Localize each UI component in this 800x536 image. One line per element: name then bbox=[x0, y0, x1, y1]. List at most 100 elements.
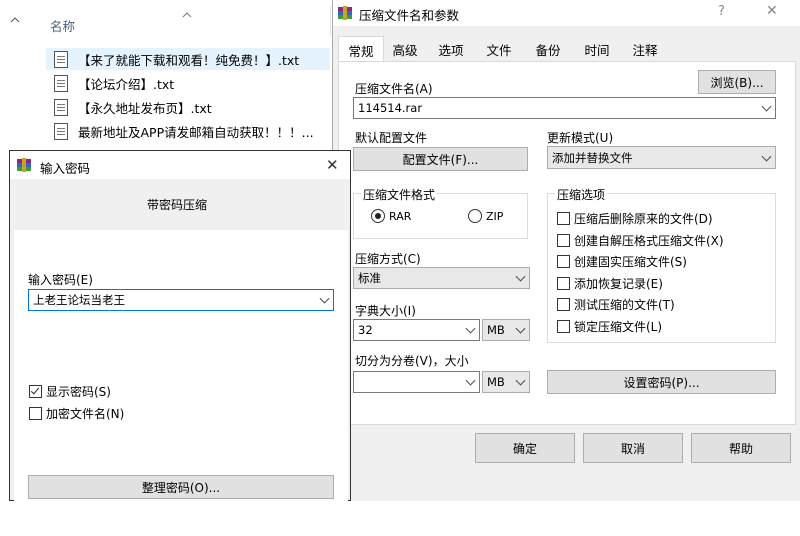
format-group-label: 压缩文件格式 bbox=[361, 186, 438, 203]
checkbox bbox=[557, 234, 570, 247]
format-zip-label: ZIP bbox=[486, 209, 504, 223]
password-title-bar[interactable]: 输入密码 ✕ bbox=[10, 151, 350, 179]
tab-advanced[interactable]: 高级 bbox=[383, 38, 427, 61]
chevron-down-icon[interactable] bbox=[515, 375, 526, 386]
format-rar-label: RAR bbox=[389, 209, 412, 223]
option-solid[interactable]: 创建固实压缩文件(S) bbox=[557, 253, 687, 270]
option-recovery[interactable]: 添加恢复记录(E) bbox=[557, 275, 663, 292]
archive-name-input[interactable]: 114514.rar bbox=[353, 97, 776, 119]
option-test[interactable]: 测试压缩的文件(T) bbox=[557, 296, 675, 313]
method-select[interactable]: 标准 bbox=[353, 267, 530, 289]
file-item[interactable]: 【来了就能下载和观看！纯免费！】.txt bbox=[46, 48, 330, 70]
tab-backup[interactable]: 备份 bbox=[526, 38, 570, 61]
cancel-button[interactable]: 取消 bbox=[583, 433, 683, 463]
split-label: 切分为分卷(V)，大小 bbox=[355, 354, 469, 368]
update-mode-label: 更新模式(U) bbox=[547, 131, 614, 145]
method-label: 压缩方式(C) bbox=[355, 252, 421, 266]
tab-options[interactable]: 选项 bbox=[429, 38, 473, 61]
checkbox bbox=[557, 212, 570, 225]
format-zip-radio[interactable]: ZIP bbox=[468, 209, 503, 223]
dict-size-select[interactable]: 32 bbox=[353, 319, 480, 341]
title-bar[interactable]: 压缩文件名和参数 ? ✕ bbox=[333, 0, 800, 26]
checkbox bbox=[557, 298, 570, 311]
text-file-icon bbox=[54, 50, 68, 68]
show-password-label: 显示密码(S) bbox=[46, 385, 111, 399]
help-button[interactable]: 帮助 bbox=[691, 433, 791, 463]
file-item[interactable]: 最新地址及APP请发邮箱自动获取！！！... bbox=[46, 120, 330, 142]
help-icon[interactable]: ? bbox=[718, 4, 725, 19]
update-mode-value: 添加并替换文件 bbox=[552, 150, 633, 165]
organize-passwords-button[interactable]: 整理密码(O)... bbox=[28, 475, 334, 499]
close-icon[interactable]: ✕ bbox=[326, 156, 339, 174]
text-file-icon bbox=[54, 98, 68, 116]
file-name: 【论坛介绍】.txt bbox=[78, 76, 175, 92]
chevron-down-icon[interactable] bbox=[465, 323, 476, 334]
option-lock[interactable]: 锁定压缩文件(L) bbox=[557, 318, 662, 335]
browse-button[interactable]: 浏览(B)... bbox=[698, 70, 776, 94]
archive-dialog: 压缩文件名和参数 ? ✕ 常规 高级 选项 文件 备份 时间 注释 压缩文件名(… bbox=[332, 0, 800, 501]
dict-label: 字典大小(I) bbox=[355, 304, 416, 318]
password-dialog: 输入密码 ✕ 带密码压缩 输入密码(E) 上老王论坛当老王 显示密码(S) 加密… bbox=[9, 150, 351, 536]
ok-button[interactable]: 确定 bbox=[475, 433, 575, 463]
checkbox bbox=[29, 407, 42, 420]
chevron-down-icon[interactable] bbox=[515, 271, 526, 282]
password-value: 上老王论坛当老王 bbox=[33, 293, 125, 307]
tab-comment[interactable]: 注释 bbox=[623, 38, 667, 61]
collapse-chevron-icon[interactable] bbox=[10, 14, 20, 24]
column-divider[interactable] bbox=[330, 6, 331, 36]
dict-unit-value: MB bbox=[487, 323, 505, 337]
dict-size-value: 32 bbox=[358, 323, 373, 337]
close-icon[interactable]: ✕ bbox=[766, 3, 778, 19]
option-label: 创建固实压缩文件(S) bbox=[574, 255, 687, 269]
winrar-logo-icon bbox=[337, 5, 353, 21]
radio-indicator bbox=[468, 209, 482, 223]
chevron-down-icon[interactable] bbox=[515, 323, 526, 334]
file-name: 【永久地址发布页】.txt bbox=[78, 100, 212, 116]
default-profile-label: 默认配置文件 bbox=[355, 131, 428, 145]
dict-unit-select[interactable]: MB bbox=[482, 319, 530, 341]
file-name: 【来了就能下载和观看！纯免费！】.txt bbox=[78, 52, 300, 68]
show-password-checkbox[interactable]: 显示密码(S) bbox=[29, 383, 111, 400]
options-group-label: 压缩选项 bbox=[555, 186, 608, 203]
option-label: 锁定压缩文件(L) bbox=[574, 320, 663, 334]
password-input-label: 输入密码(E) bbox=[28, 273, 93, 287]
option-label: 测试压缩的文件(T) bbox=[574, 298, 675, 312]
winrar-logo-icon bbox=[16, 157, 32, 173]
set-password-button[interactable]: 设置密码(P)... bbox=[547, 370, 776, 394]
split-unit-select[interactable]: MB bbox=[482, 371, 530, 393]
option-label: 压缩后删除原来的文件(D) bbox=[574, 212, 713, 226]
update-mode-select[interactable]: 添加并替换文件 bbox=[547, 146, 776, 169]
password-heading: 带密码压缩 bbox=[147, 198, 208, 212]
file-item[interactable]: 【论坛介绍】.txt bbox=[46, 72, 330, 94]
password-input[interactable]: 上老王论坛当老王 bbox=[28, 289, 334, 311]
archive-name-value: 114514.rar bbox=[358, 101, 423, 115]
chevron-down-icon[interactable] bbox=[319, 293, 330, 304]
column-header-name[interactable]: 名称 bbox=[50, 16, 75, 35]
profile-button[interactable]: 配置文件(F)... bbox=[353, 147, 528, 171]
chevron-down-icon[interactable] bbox=[761, 101, 772, 112]
radio-indicator bbox=[371, 209, 385, 223]
password-dialog-title: 输入密码 bbox=[40, 161, 91, 176]
file-name: 最新地址及APP请发邮箱自动获取！！！... bbox=[78, 124, 314, 140]
text-file-icon bbox=[54, 74, 68, 92]
file-item[interactable]: 【永久地址发布页】.txt bbox=[46, 96, 330, 118]
option-sfx[interactable]: 创建自解压格式压缩文件(X) bbox=[557, 232, 724, 249]
checkbox bbox=[29, 385, 42, 398]
checkbox bbox=[557, 255, 570, 268]
option-label: 创建自解压格式压缩文件(X) bbox=[574, 234, 724, 248]
option-delete-after[interactable]: 压缩后删除原来的文件(D) bbox=[557, 210, 713, 227]
sort-indicator-icon bbox=[182, 8, 192, 18]
split-size-input[interactable] bbox=[353, 371, 480, 393]
tab-time[interactable]: 时间 bbox=[575, 38, 619, 61]
format-rar-radio[interactable]: RAR bbox=[371, 209, 411, 223]
chevron-down-icon[interactable] bbox=[761, 151, 772, 162]
tab-files[interactable]: 文件 bbox=[477, 38, 521, 61]
tab-general[interactable]: 常规 bbox=[338, 36, 384, 63]
archive-name-label: 压缩文件名(A) bbox=[355, 82, 433, 96]
dialog-title: 压缩文件名和参数 bbox=[359, 8, 460, 23]
text-file-icon bbox=[54, 122, 68, 140]
chevron-down-icon[interactable] bbox=[465, 375, 476, 386]
encrypt-filenames-label: 加密文件名(N) bbox=[46, 407, 125, 421]
encrypt-filenames-checkbox[interactable]: 加密文件名(N) bbox=[29, 405, 124, 422]
method-value: 标准 bbox=[358, 271, 381, 285]
